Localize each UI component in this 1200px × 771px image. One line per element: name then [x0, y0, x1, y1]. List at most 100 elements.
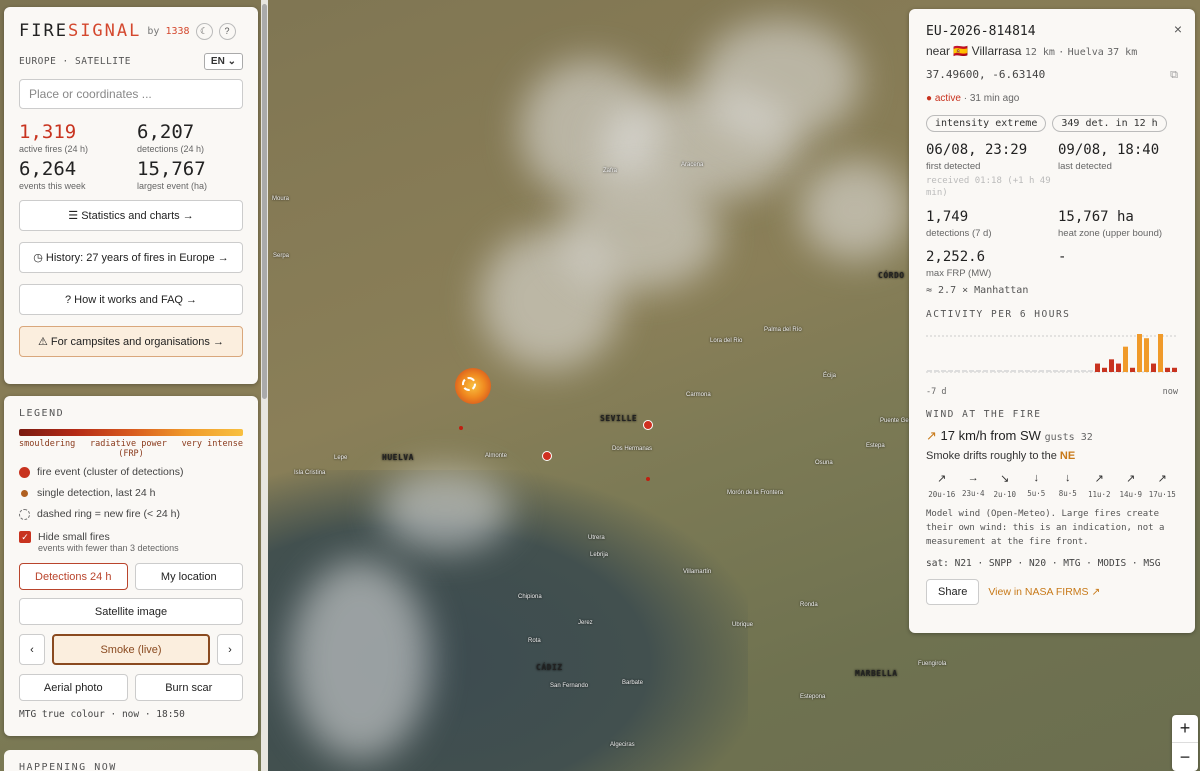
wind-forecast-time: 5u·5 [1027, 489, 1046, 498]
theme-toggle-button[interactable]: ☾ [195, 22, 213, 40]
max-frp-label: max FRP (MW) [926, 268, 992, 279]
next-layer-button[interactable]: › [217, 634, 243, 665]
help-button[interactable]: ? [218, 22, 236, 40]
smoke-drift: Smoke drifts roughly to the NE [926, 450, 1076, 462]
copy-icon[interactable]: ⧉ [1170, 68, 1178, 82]
map-label-rota: Rota [528, 638, 541, 644]
fire-event-icon [19, 466, 30, 478]
gradient-label-left: smouldering [19, 439, 76, 449]
app-logo: FIRESIGNAL [19, 21, 142, 41]
map-label-ubrique: Ubrique [732, 622, 754, 628]
map-label-marbella: MARBELLA [855, 669, 898, 678]
single-detection-dot[interactable] [459, 426, 463, 430]
map-label-fuengirola: Fuengirola [918, 661, 947, 667]
smoke-plume [560, 180, 720, 290]
activity-bar [1011, 370, 1016, 372]
activity-bar [1004, 370, 1009, 372]
activity-bar [1151, 363, 1156, 372]
prev-layer-button[interactable]: ‹ [19, 634, 45, 665]
wind-forecast: ↗ 20u·16 → 23u·4 ↘ 2u·10 ↓ 5u·5 ↓ 8u·5 ↗ 11u·2 ↗ 14u·… [926, 472, 1178, 499]
fire-event-marker[interactable] [542, 451, 552, 461]
activity-bar [1165, 367, 1170, 372]
map-label-lepe: Lepe [334, 455, 348, 461]
faq-button[interactable]: ? How it works and FAQ → [19, 284, 243, 315]
smoke-live-button[interactable]: Smoke (live) [52, 634, 210, 665]
statistics-button[interactable]: ☰ Statistics and charts → [19, 200, 243, 231]
activity-bar [948, 370, 953, 372]
checkbox-checked-icon[interactable]: ✓ [19, 531, 31, 543]
activity-bar [1081, 370, 1086, 372]
zoom-out-button[interactable]: − [1172, 743, 1198, 771]
spain-flag-icon: 🇪🇸 [953, 44, 969, 58]
campsites-button[interactable]: ⚠ For campsites and organisations → [19, 326, 243, 357]
sidebar-scrollbar[interactable] [261, 0, 268, 771]
activity-bar [1046, 370, 1051, 372]
manhattan-comparison: ≈ 2.7 × Manhattan [926, 285, 1029, 296]
scrollbar-thumb[interactable] [262, 4, 267, 399]
region-label: EUROPE · SATELLITE [19, 56, 131, 67]
chevron-down-icon: ⌄ [227, 56, 236, 67]
search-input[interactable]: Place or coordinates ... [19, 79, 243, 109]
map-label-ronda: Ronda [800, 602, 818, 608]
aerial-photo-button[interactable]: Aerial photo [19, 674, 128, 701]
wind-forecast-item: ↓ 8u·5 [1052, 472, 1084, 499]
wind-summary: ↗ 17 km/h from SW gusts 32 [926, 428, 1093, 443]
activity-bar [969, 370, 974, 372]
map-label-barbate: Barbate [622, 680, 644, 686]
wind-forecast-time: 14u·9 [1119, 490, 1143, 499]
zoom-control: + − [1172, 715, 1198, 771]
map-label-huelva: HUELVA [382, 453, 414, 462]
wind-forecast-item: ↗ 11u·2 [1084, 472, 1116, 499]
activity-bar [1095, 363, 1100, 372]
map-label-carmona: Carmona [686, 392, 711, 398]
detections-24h-button[interactable]: Detections 24 h [19, 563, 128, 590]
map-label-palma: Palma del Río [764, 327, 802, 333]
single-detection-dot[interactable] [646, 477, 650, 481]
wind-forecast-item: ↗ 14u·9 [1115, 472, 1147, 499]
map-label-moron: Morón de la Frontera [727, 490, 784, 496]
detections-label: detections (7 d) [926, 228, 992, 239]
map-label-ecija: Écija [823, 373, 837, 379]
share-button[interactable]: Share [926, 579, 980, 605]
map-label-zafra: Zafra [603, 168, 618, 174]
language-select[interactable]: EN ⌄ [203, 53, 243, 70]
stats-grid: 1,319 active fires (24 h) 6,207 detections… [19, 121, 243, 191]
close-icon[interactable]: × [1174, 21, 1182, 37]
stat-detections: 6,207 detections (24 h) [137, 121, 205, 154]
my-location-button[interactable]: My location [134, 563, 243, 590]
zoom-in-button[interactable]: + [1172, 715, 1198, 743]
activity-bar [1025, 370, 1030, 372]
activity-bar [1088, 370, 1093, 372]
map-label-dos-hermanas: Dos Hermanas [612, 446, 653, 452]
hide-small-fires-checkbox[interactable]: ✓ Hide small fires [19, 531, 243, 543]
wind-forecast-time: 23u·4 [961, 489, 985, 498]
model-note: Model wind (Open-Meteo). Large fires cre… [926, 509, 1165, 547]
activity-bar [927, 370, 932, 372]
map-label-lebrija: Lebrija [590, 552, 609, 558]
nasa-firms-link[interactable]: View in NASA FIRMS ↗ [988, 586, 1100, 598]
map-label-algeciras: Algeciras [610, 742, 635, 748]
layer-status: MTG true colour · now · 18:50 [19, 709, 185, 720]
history-button[interactable]: ◷ History: 27 years of fires in Europe → [19, 242, 243, 273]
burn-scar-button[interactable]: Burn scar [134, 674, 243, 701]
gradient-label-mid: radiative power [90, 439, 167, 449]
wind-arrow-icon: ↗ [926, 428, 937, 443]
map-label-aracena: Aracena [681, 162, 704, 168]
gradient-label-right: very intense [181, 439, 243, 449]
byline: by 1338 [147, 25, 190, 37]
smoke-plume [700, 20, 860, 140]
map-label-sanfernando: San Fernando [550, 683, 589, 689]
first-detected-value: 06/08, 23:29 [926, 142, 1028, 158]
map-label-jerez: Jerez [578, 620, 593, 626]
wind-direction-icon: ↓ [1065, 472, 1071, 484]
map-label-almonte: Almonte [485, 453, 508, 459]
activity-bar [1158, 334, 1163, 372]
heat-zone-label: heat zone (upper bound) [1058, 228, 1163, 239]
legend-item-single-detection: single detection, last 24 h [19, 487, 243, 499]
new-fire-ring [462, 377, 476, 391]
satellite-image-button[interactable]: Satellite image [19, 598, 243, 625]
axis-right-label: now [1162, 387, 1178, 397]
fire-event-marker[interactable] [643, 420, 653, 430]
fire-status: ● active · 31 min ago [926, 93, 1020, 104]
single-detection-icon [21, 489, 28, 497]
